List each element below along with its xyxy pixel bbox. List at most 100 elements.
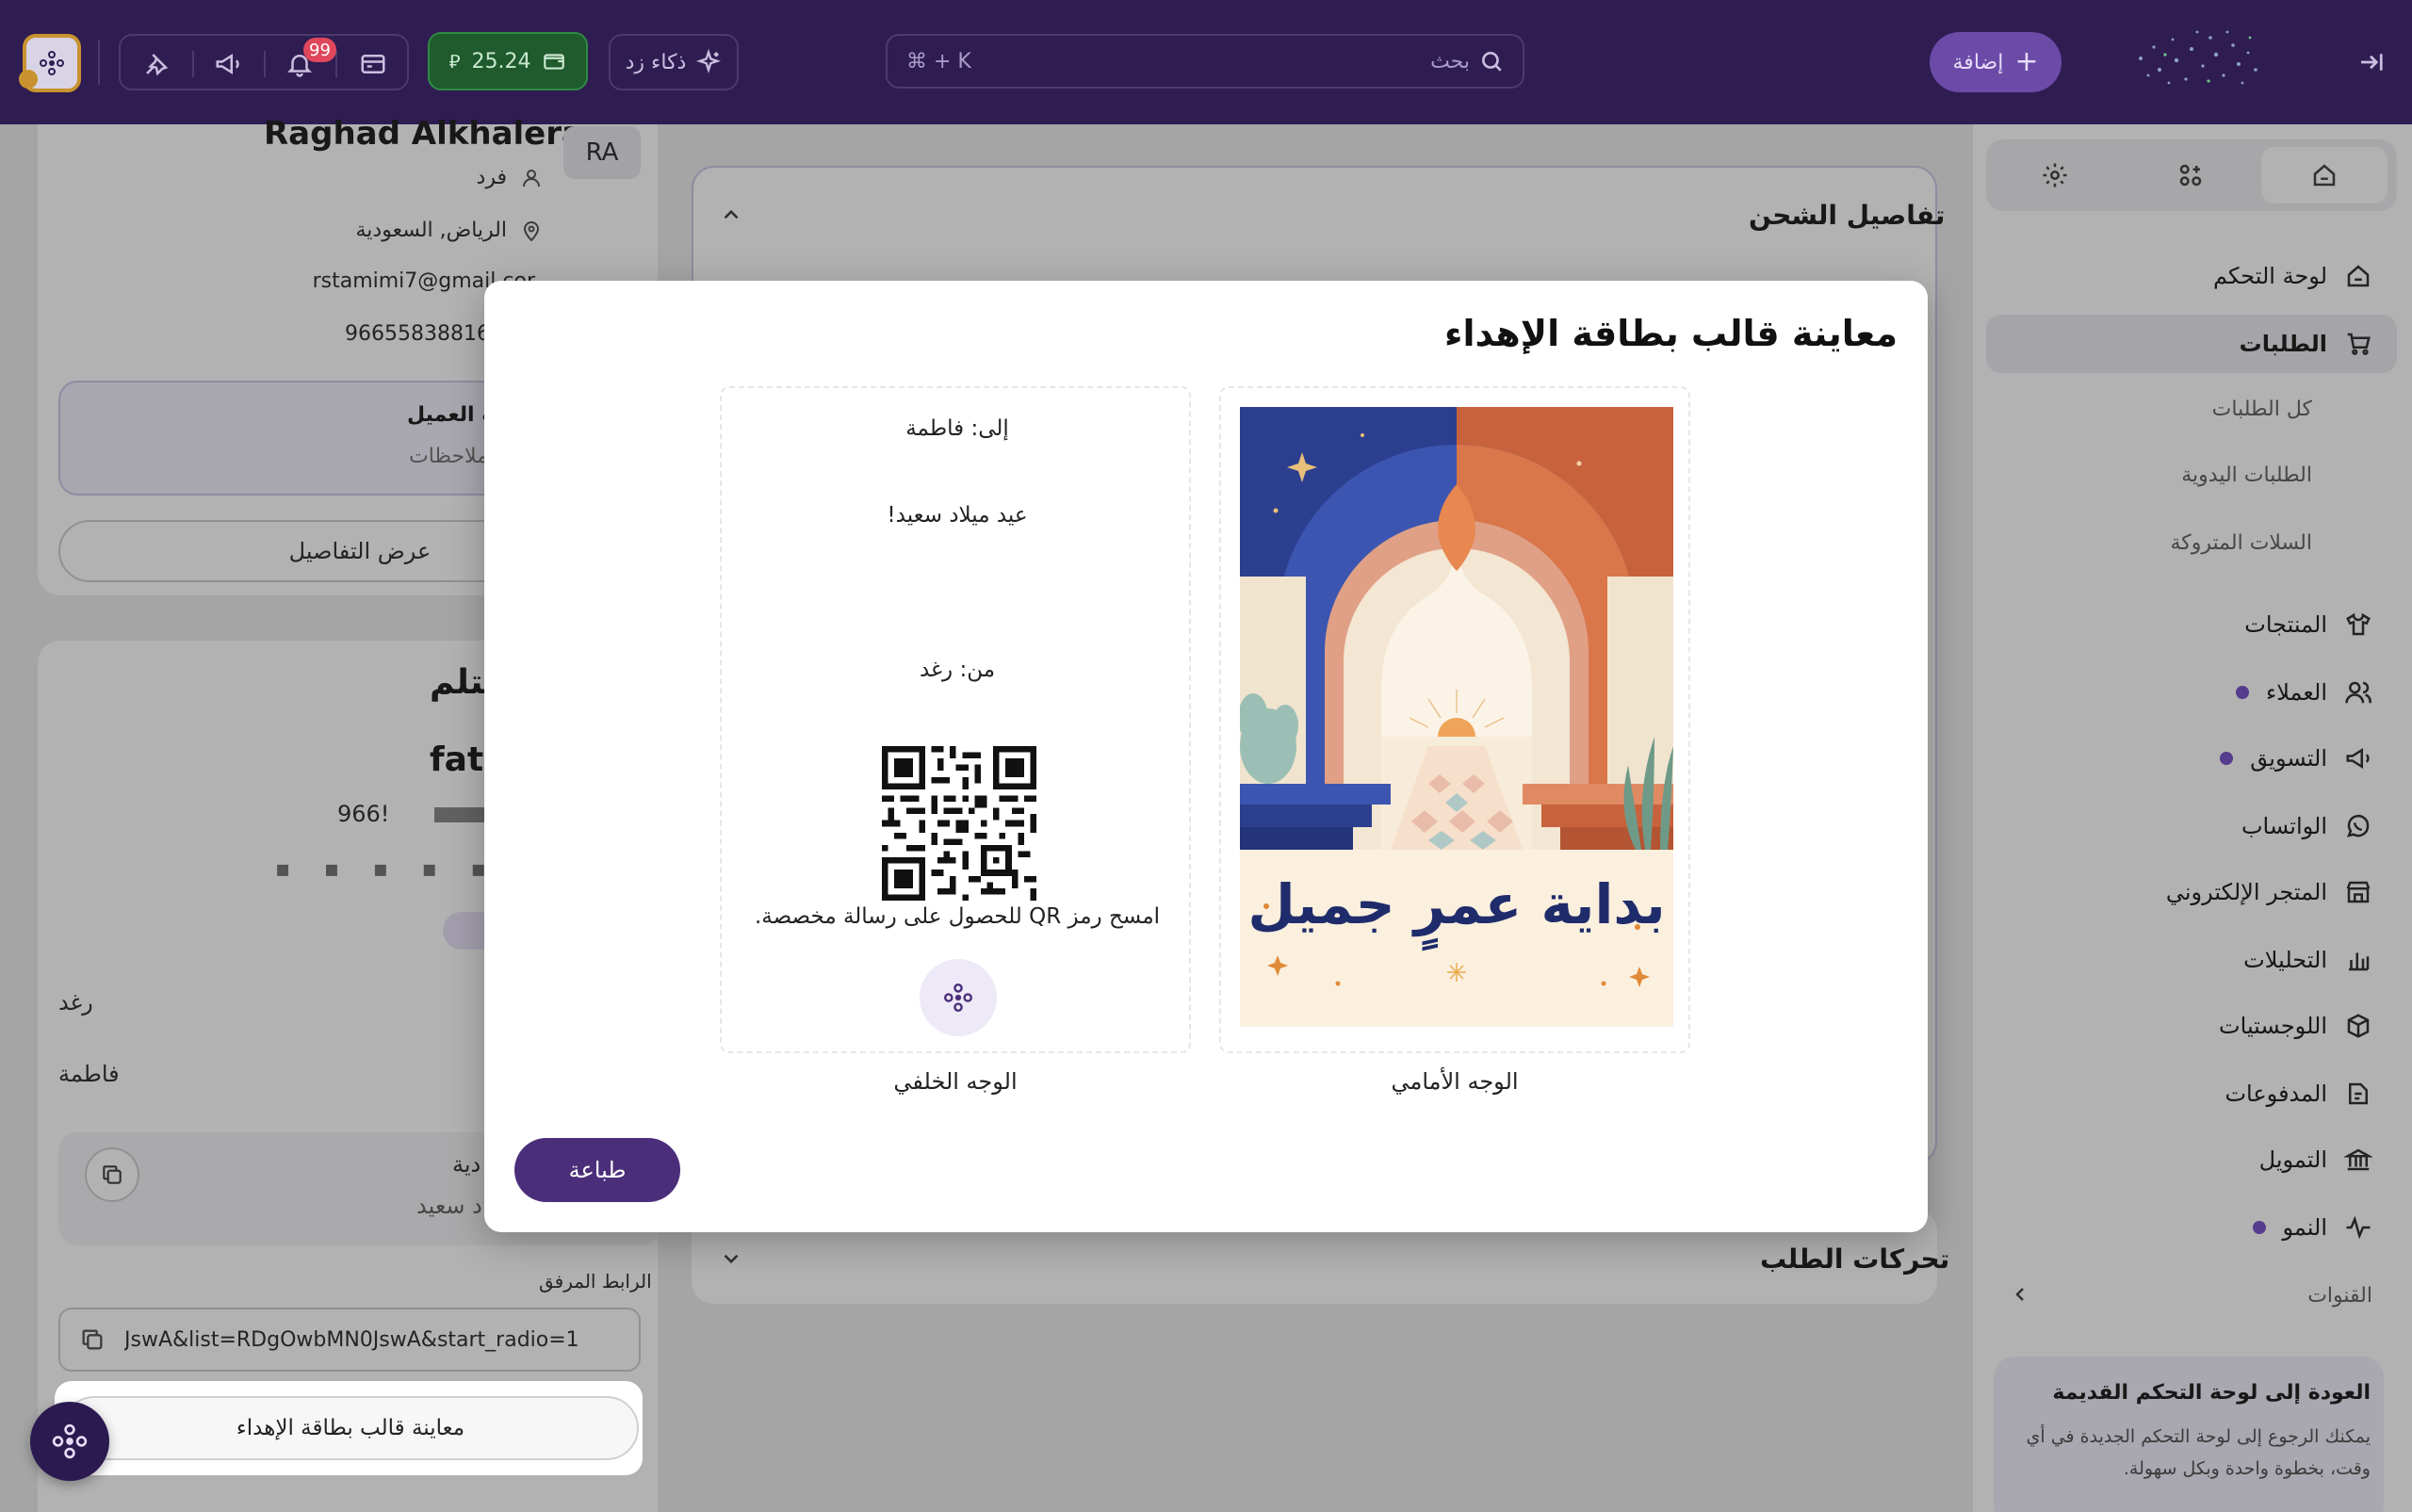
whatsapp-icon: [2346, 815, 2370, 837]
copy-icon[interactable]: [79, 1326, 106, 1353]
legacy-dashboard-text: يمكنك الرجوع إلى لوحة التحكم الجديدة في …: [2026, 1426, 2371, 1479]
shirt-icon: [2346, 612, 2371, 636]
card-front-text: بداية عمرٍ جميل: [1247, 872, 1666, 936]
pin-icon[interactable]: [139, 47, 173, 81]
sidebar-item-logistics[interactable]: اللوجستيات: [2219, 997, 2372, 1055]
print-button[interactable]: طباعة: [514, 1138, 680, 1202]
sidebar-item-marketing[interactable]: التسويق: [2214, 729, 2372, 788]
gift-card-preview-modal: معاينة قالب بطاقة الإهداء بداية عمرٍ جمي…: [484, 281, 1928, 1232]
new-indicator-dot: [2252, 1221, 2266, 1234]
sidebar-item-online-store[interactable]: المتجر الإلكتروني: [2166, 863, 2372, 921]
attached-link-field[interactable]: JswA&list=RDgOwbMN0JswA&start_radio=1: [58, 1308, 641, 1372]
sidebar-item-products[interactable]: المنتجات: [2244, 595, 2372, 654]
gift-message-title: دية: [452, 1151, 481, 1178]
card-front-artwork: بداية عمرٍ جميل: [1240, 407, 1673, 1027]
search-shortcut: ⌘ + K: [906, 49, 971, 73]
flower-logo-icon: [944, 984, 972, 1012]
back-face-label: الوجه الخلفي: [893, 1068, 1018, 1095]
tab-settings[interactable]: [1992, 147, 2118, 203]
users-icon: [2345, 681, 2371, 704]
attached-link-label: الرابط المرفق: [539, 1270, 652, 1293]
user-icon: [523, 169, 540, 187]
payments-icon: [2349, 1082, 2368, 1105]
sidebar-item-growth[interactable]: النمو: [2247, 1198, 2373, 1257]
chevron-left-icon[interactable]: [2005, 1279, 2035, 1309]
copy-icon: [103, 1165, 122, 1184]
tab-apps[interactable]: [2127, 147, 2254, 203]
sidebar-channels[interactable]: القنوات: [2307, 1266, 2372, 1325]
pulse-icon: [2346, 1215, 2371, 1240]
flower-logo-icon: [52, 1423, 88, 1459]
qr-code: [882, 746, 1036, 901]
wallet-icon: [544, 54, 565, 70]
apps-icon: [2179, 164, 2202, 187]
divider: [192, 51, 194, 77]
sidebar-item-financing[interactable]: التمويل: [2259, 1130, 2372, 1189]
sidebar-item-analytics[interactable]: التحليلات: [2243, 931, 2372, 989]
sidebar-subitem-manual-orders[interactable]: الطلبات اليدوية: [2181, 463, 2312, 487]
ai-label: ذكاء زد: [625, 50, 687, 74]
wallet-balance-button[interactable]: ⃁ 25.24: [428, 32, 588, 90]
decorative-stars: [2139, 30, 2257, 85]
plus-icon: +: [2014, 45, 2039, 78]
divider: [335, 51, 337, 77]
sparkles-icon: [696, 49, 722, 73]
home-icon: [2347, 265, 2370, 287]
search-icon: [1482, 52, 1502, 72]
customer-name: Raghad Alkhaleran: [264, 115, 607, 153]
legacy-dashboard-title: العودة إلى لوحة التحكم القديمة: [2052, 1381, 2371, 1405]
card-front-face: بداية عمرٍ جميل: [1219, 386, 1690, 1053]
chevron-up-icon[interactable]: [716, 200, 746, 230]
attached-link-value: JswA&list=RDgOwbMN0JswA&start_radio=1: [124, 1327, 579, 1352]
notification-badge: 99: [303, 38, 336, 62]
assistant-fab-button[interactable]: [30, 1402, 109, 1481]
add-label: إضافة: [1952, 50, 2004, 74]
qr-caption: امسح رمز QR للحصول على رسالة مخصصة.: [754, 904, 1161, 929]
megaphone-icon: [2346, 747, 2370, 770]
sidebar-item-dashboard[interactable]: لوحة التحكم: [2213, 247, 2372, 305]
customer-type-row: فرد: [477, 166, 543, 189]
sidebar-item-orders[interactable]: الطلبات: [2240, 315, 2372, 373]
sidebar-item-customers[interactable]: العملاء: [2230, 663, 2372, 722]
card-from-line: من: رغد: [919, 658, 996, 682]
recipient-value: فاطمة: [58, 1061, 120, 1087]
sidebar-tabs: [1986, 139, 2397, 211]
chevron-down-icon[interactable]: [716, 1244, 746, 1274]
new-indicator-dot: [2235, 686, 2249, 699]
status-dot: [19, 70, 38, 89]
modal-title: معاينة قالب بطاقة الإهداء: [1444, 313, 1898, 354]
quick-actions-group: [119, 34, 409, 90]
shipping-details-title: تفاصيل الشحن: [1749, 200, 1946, 231]
ai-assistant-button[interactable]: ذكاء زد: [609, 34, 739, 90]
megaphone-icon[interactable]: [211, 47, 245, 81]
sender-value: رغد: [58, 989, 93, 1016]
sidebar-subitem-abandoned-carts[interactable]: السلات المتروكة: [2171, 531, 2312, 555]
tab-home[interactable]: [2261, 147, 2388, 203]
card-to-line: إلى: فاطمة: [905, 416, 1009, 441]
customer-notes-text: ملاحظات: [409, 445, 488, 468]
brand-logo: [920, 959, 997, 1036]
ticket-icon[interactable]: [356, 47, 390, 81]
collapse-sidebar-icon[interactable]: [2352, 43, 2389, 81]
riyal-icon: ⃁: [448, 50, 461, 73]
sidebar-item-payments[interactable]: المدفوعات: [2225, 1065, 2372, 1123]
sidebar-item-whatsapp[interactable]: الواتساب: [2241, 797, 2372, 855]
wallet-amount: 25.24: [471, 49, 531, 73]
search-placeholder: بحث: [1430, 49, 1470, 73]
gift-message-text: د سعيد!: [416, 1193, 491, 1219]
divider: [98, 40, 100, 85]
preview-gift-card-button[interactable]: معاينة قالب بطاقة الإهداء: [62, 1396, 639, 1460]
order-movements-title: تحركات الطلب: [1760, 1244, 1950, 1275]
location-pin-icon: [523, 220, 540, 241]
sidebar-subitem-all-orders[interactable]: كل الطلبات: [2212, 398, 2312, 421]
customer-avatar: RA: [563, 126, 641, 179]
add-button[interactable]: إضافة +: [1930, 32, 2062, 92]
new-indicator-dot: [2220, 752, 2234, 765]
search-input[interactable]: ⌘ + K بحث: [886, 34, 1524, 89]
gear-icon: [2043, 163, 2067, 187]
copy-message-button[interactable]: [85, 1147, 139, 1202]
box-icon: [2347, 1014, 2370, 1038]
store-icon: [2346, 881, 2371, 903]
cart-icon: [2347, 333, 2371, 355]
front-face-label: الوجه الأمامي: [1391, 1068, 1519, 1095]
